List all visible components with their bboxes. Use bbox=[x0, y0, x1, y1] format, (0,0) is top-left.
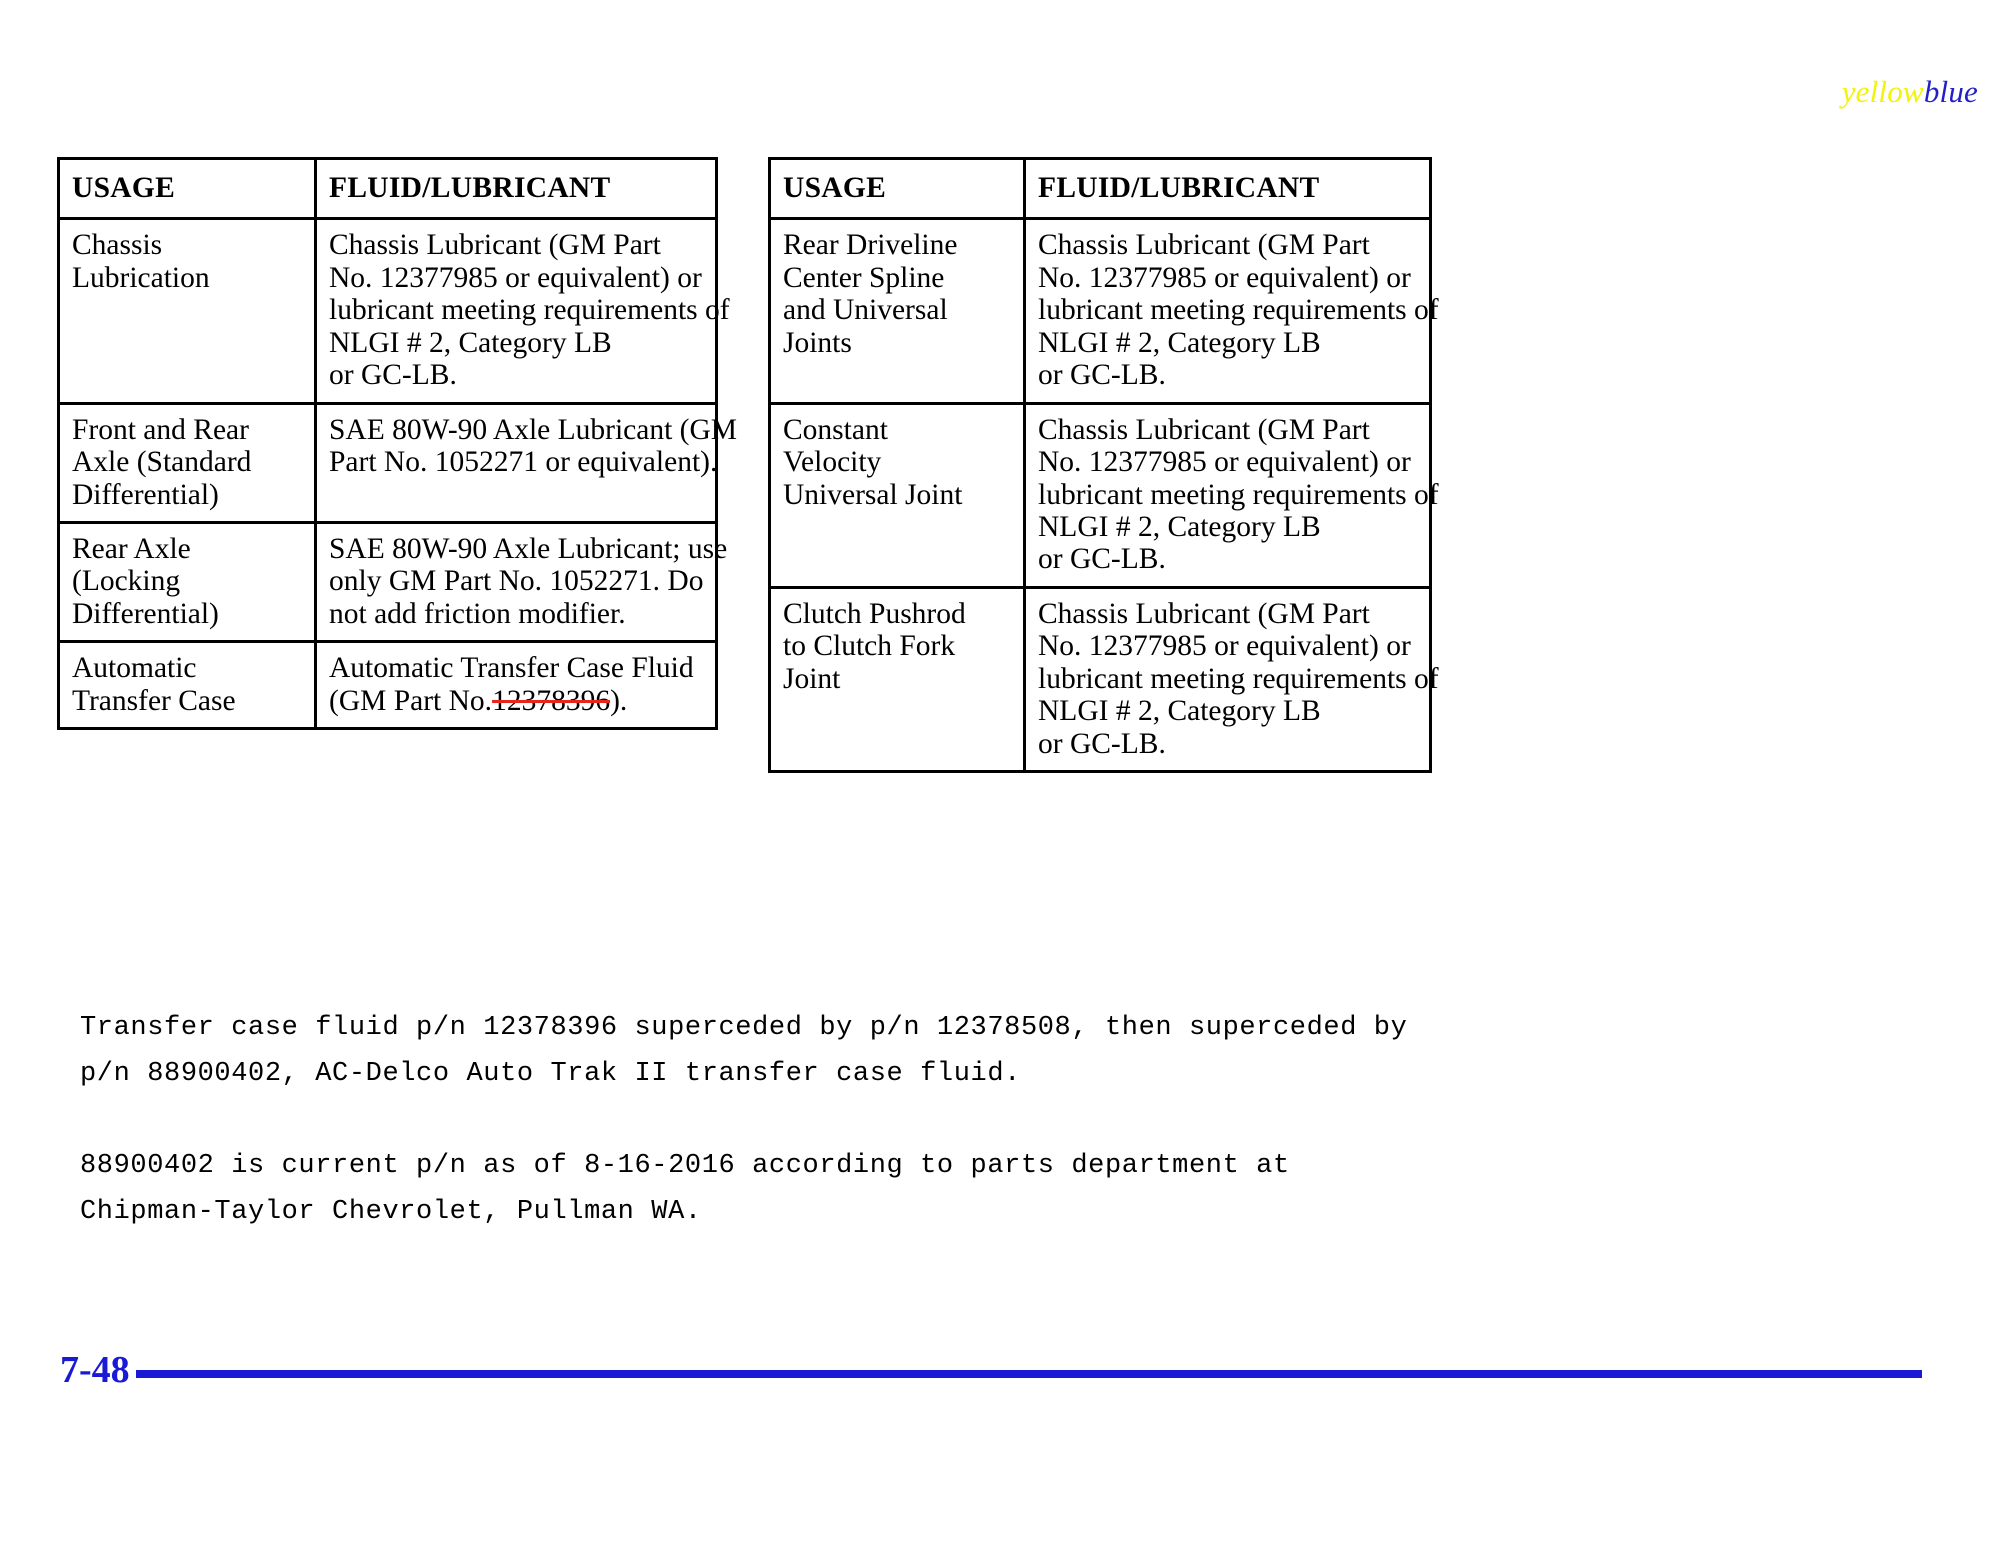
cell-text-line: NLGI # 2, Category LB bbox=[1038, 326, 1321, 359]
cell-text-line: or GC-LB. bbox=[1038, 727, 1166, 760]
cell-text-line: Chassis Lubricant (GM Part bbox=[329, 229, 661, 262]
table-row: Rear Driveline Center Spline and Universal… bbox=[768, 217, 1439, 405]
cell-text-line: or GC-LB. bbox=[1038, 359, 1166, 392]
cell-text-line: NLGI # 2, Category LB bbox=[1038, 510, 1321, 543]
cell-text-line: Center Spline bbox=[783, 261, 945, 294]
cell-fluid: Automatic Transfer Case Fluid (GM Part No… bbox=[314, 640, 718, 731]
cell-text-line: lubricant meeting requirements of bbox=[329, 294, 730, 327]
cell-text-line: Rear Axle bbox=[72, 532, 191, 565]
cell-text-line: NLGI # 2, Category LB bbox=[1038, 695, 1321, 728]
cell-usage: Automatic Transfer Case bbox=[57, 640, 317, 731]
cell-text-line: Transfer Case bbox=[72, 684, 236, 717]
cell-text-line: Automatic Transfer Case Fluid bbox=[329, 652, 694, 685]
column-header-fluid: FLUID/LUBRICANT bbox=[1023, 156, 1432, 221]
note-paragraph: 88900402 is current p/n as of 8-16-2016 … bbox=[80, 1143, 1920, 1235]
cell-text-line: SAE 80W-90 Axle Lubricant (GM bbox=[329, 413, 738, 446]
table-header-row: USAGE FLUID/LUBRICANT bbox=[768, 156, 1432, 221]
cell-text-line: not add friction modifier. bbox=[329, 597, 626, 630]
cell-text-line: Chassis bbox=[72, 229, 163, 262]
note-line: Transfer case fluid p/n 12378396 superce… bbox=[80, 1013, 1408, 1043]
page-number: 7-48 bbox=[60, 1349, 130, 1391]
cell-text-line: No. 12377985 or equivalent) or bbox=[1038, 261, 1411, 294]
cell-usage: Clutch Pushrod to Clutch Fork Joint bbox=[768, 585, 1026, 774]
cell-text-line: Joint bbox=[783, 662, 841, 695]
cell-text-line: and Universal bbox=[783, 294, 948, 327]
cell-text-line: only GM Part No. 1052271. Do bbox=[329, 565, 704, 598]
cell-fluid: Chassis Lubricant (GM Part No. 12377985 o… bbox=[1023, 401, 1439, 589]
table-row: Chassis Lubrication Chassis Lubricant (GM … bbox=[57, 217, 730, 405]
table-row: Automatic Transfer Case Automatic Transfer… bbox=[57, 640, 718, 731]
page-footer: 7-48 bbox=[0, 1348, 2000, 1398]
cell-text-line: Axle (Standard bbox=[72, 446, 252, 479]
cell-text-line: Chassis Lubricant (GM Part bbox=[1038, 229, 1370, 262]
lubricant-table-right: USAGE FLUID/LUBRICANT Rear Driveline Cent… bbox=[768, 156, 1439, 774]
part-number-suffix: ). bbox=[610, 684, 628, 717]
cell-text-line: Constant bbox=[783, 413, 888, 446]
cell-text-line: No. 12377985 or equivalent) or bbox=[329, 261, 702, 294]
footer-rule bbox=[136, 1370, 1922, 1378]
note-line: Chipman-Taylor Chevrolet, Pullman WA. bbox=[80, 1197, 702, 1227]
cell-usage: Rear Axle (Locking Differential) bbox=[57, 520, 317, 644]
table-row: Clutch Pushrod to Clutch Fork Joint Chassis… bbox=[768, 585, 1439, 774]
cell-text-line: Differential) bbox=[72, 597, 219, 630]
cell-usage: Front and Rear Axle (Standard Differential… bbox=[57, 401, 317, 524]
cell-text-line: or GC-LB. bbox=[329, 359, 457, 392]
note-line: p/n 88900402, AC-Delco Auto Trak II tran… bbox=[80, 1059, 1021, 1089]
cell-text-line: Front and Rear bbox=[72, 413, 249, 446]
table-row: Front and Rear Axle (Standard Differential… bbox=[57, 401, 738, 524]
cell-usage: Chassis Lubrication bbox=[57, 217, 317, 405]
table-header-row: USAGE FLUID/LUBRICANT bbox=[57, 156, 718, 221]
column-header-usage: USAGE bbox=[57, 156, 317, 221]
annotation-notes: Transfer case fluid p/n 12378396 superce… bbox=[80, 1005, 1920, 1235]
cell-text-line-revised: (GM Part No.12378396). bbox=[329, 685, 705, 717]
cell-text-line: Differential) bbox=[72, 478, 219, 511]
note-paragraph: Transfer case fluid p/n 12378396 superce… bbox=[80, 1005, 1920, 1097]
cell-text-line: Universal Joint bbox=[783, 478, 963, 511]
yellowblue-watermark: yellowblue bbox=[1842, 74, 1978, 110]
cell-text-line: Rear Driveline bbox=[783, 229, 958, 262]
cell-text-line: Part No. 1052271 or equivalent). bbox=[329, 446, 718, 479]
table-row: Rear Axle (Locking Differential) SAE 80W-90… bbox=[57, 520, 728, 644]
cell-text-line: lubricant meeting requirements of bbox=[1038, 294, 1439, 327]
cell-text-line: lubricant meeting requirements of bbox=[1038, 662, 1439, 695]
column-header-fluid: FLUID/LUBRICANT bbox=[314, 156, 718, 221]
cell-text-line: Chassis Lubricant (GM Part bbox=[1038, 413, 1370, 446]
cell-text-line: Lubrication bbox=[72, 261, 210, 294]
cell-text-line: lubricant meeting requirements of bbox=[1038, 478, 1439, 511]
cell-fluid: Chassis Lubricant (GM Part No. 12377985 o… bbox=[1023, 585, 1439, 774]
part-number-prefix: (GM Part No. bbox=[329, 684, 493, 717]
struck-part-number: 12378396 bbox=[492, 684, 611, 717]
lubricant-table-left: USAGE FLUID/LUBRICANT Chassis Lubrication… bbox=[57, 156, 738, 731]
cell-usage: Constant Velocity Universal Joint bbox=[768, 401, 1026, 589]
cell-text-line: SAE 80W-90 Axle Lubricant; use bbox=[329, 532, 728, 565]
cell-fluid: SAE 80W-90 Axle Lubricant; use only GM Pa… bbox=[314, 520, 728, 644]
logo-yellow-text: yellow bbox=[1841, 74, 1924, 109]
cell-text-line: (Locking bbox=[72, 565, 181, 598]
cell-text-line: or GC-LB. bbox=[1038, 543, 1166, 576]
cell-text-line: No. 12377985 or equivalent) or bbox=[1038, 630, 1411, 663]
cell-text-line: Clutch Pushrod bbox=[783, 597, 966, 630]
cell-text-line: to Clutch Fork bbox=[783, 630, 956, 663]
cell-text-line: NLGI # 2, Category LB bbox=[329, 326, 612, 359]
cell-fluid: Chassis Lubricant (GM Part No. 12377985 o… bbox=[1023, 217, 1439, 405]
cell-text-line: Velocity bbox=[783, 446, 882, 479]
column-header-usage: USAGE bbox=[768, 156, 1026, 221]
cell-text-line: No. 12377985 or equivalent) or bbox=[1038, 446, 1411, 479]
cell-fluid: SAE 80W-90 Axle Lubricant (GM Part No. 10… bbox=[314, 401, 738, 524]
table-row: Constant Velocity Universal Joint Chassis L… bbox=[768, 401, 1439, 589]
cell-text-line: Automatic bbox=[72, 652, 197, 685]
cell-text-line: Chassis Lubricant (GM Part bbox=[1038, 597, 1370, 630]
cell-text-line: Joints bbox=[783, 326, 852, 359]
cell-fluid: Chassis Lubricant (GM Part No. 12377985 o… bbox=[314, 217, 730, 405]
cell-usage: Rear Driveline Center Spline and Universal… bbox=[768, 217, 1026, 405]
logo-blue-text: blue bbox=[1923, 74, 1978, 109]
note-line: 88900402 is current p/n as of 8-16-2016 … bbox=[80, 1151, 1290, 1181]
